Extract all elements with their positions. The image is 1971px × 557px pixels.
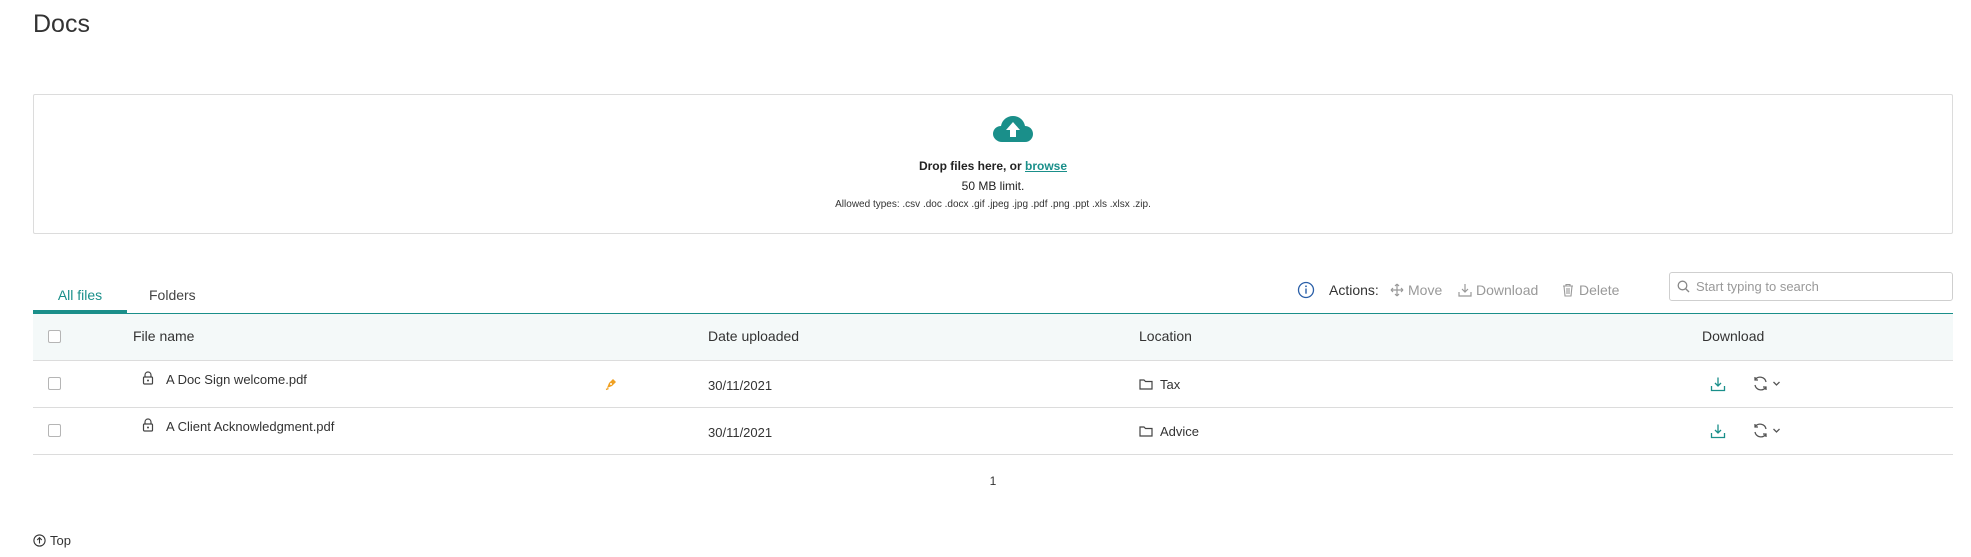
tab-folders[interactable]: Folders <box>149 280 196 313</box>
search-input[interactable] <box>1696 276 1946 297</box>
file-name[interactable]: A Client Acknowledgment.pdf <box>166 419 334 434</box>
download-file-icon[interactable] <box>1710 423 1726 439</box>
trash-icon <box>1563 283 1573 297</box>
download-label: Download <box>1476 282 1539 298</box>
table-row[interactable]: A Client Acknowledgment.pdf 30/11/2021 A… <box>33 408 1953 455</box>
dropzone-prompt: Drop files here, or <box>918 159 1025 173</box>
move-button[interactable]: Move <box>1390 282 1442 298</box>
column-file-name[interactable]: File name <box>133 328 194 344</box>
delete-label: Delete <box>1579 282 1620 298</box>
search-box <box>1669 272 1953 301</box>
location[interactable]: Tax <box>1160 377 1180 392</box>
bulk-download-button[interactable]: Download <box>1458 282 1538 298</box>
chevron-down-icon[interactable] <box>1772 379 1781 388</box>
file-name[interactable]: A Doc Sign welcome.pdf <box>166 372 307 387</box>
dropzone-limit: 50 MB limit. <box>961 179 1025 193</box>
actions-label: Actions: <box>1329 282 1379 298</box>
folder-icon <box>1139 426 1153 437</box>
cloud-upload-icon <box>993 116 1033 142</box>
dropzone-allowed-types: Allowed types: .csv .doc .docx .gif .jpe… <box>835 199 1151 210</box>
delete-button[interactable]: Delete <box>1561 282 1619 298</box>
folder-icon <box>1139 379 1153 390</box>
row-checkbox[interactable] <box>48 377 61 390</box>
select-all-checkbox[interactable] <box>48 330 61 343</box>
info-icon[interactable] <box>1297 281 1315 299</box>
table-header: File name Date uploaded Location Downloa… <box>33 313 1953 361</box>
sync-icon[interactable] <box>1752 375 1769 392</box>
tab-all-files[interactable]: All files <box>33 280 127 313</box>
chevron-down-icon[interactable] <box>1772 426 1781 435</box>
top-label: Top <box>50 533 71 548</box>
move-label: Move <box>1408 282 1443 298</box>
move-arrows-icon <box>1390 283 1404 297</box>
column-download: Download <box>1702 328 1765 344</box>
files-table: File name Date uploaded Location Downloa… <box>33 313 1953 455</box>
location[interactable]: Advice <box>1160 424 1199 439</box>
row-checkbox[interactable] <box>48 424 61 437</box>
lock-icon <box>142 371 154 385</box>
upload-dropzone[interactable]: Drop files here, or browse 50 MB limit. … <box>33 94 1953 234</box>
download-icon <box>1458 284 1472 297</box>
pagination: 1 <box>0 474 1971 488</box>
lock-icon <box>142 418 154 432</box>
browse-link[interactable]: browse <box>1025 159 1067 173</box>
sync-icon[interactable] <box>1752 422 1769 439</box>
column-date-uploaded[interactable]: Date uploaded <box>708 328 799 344</box>
arrow-up-circle-icon <box>33 534 46 547</box>
date-uploaded: 30/11/2021 <box>708 425 773 440</box>
search-icon <box>1677 280 1690 293</box>
signature-pen-icon[interactable] <box>604 377 618 391</box>
page-number-current[interactable]: 1 <box>990 474 997 488</box>
date-uploaded: 30/11/2021 <box>708 378 773 393</box>
table-row[interactable]: A Doc Sign welcome.pdf 30/11/2021 Tax <box>33 361 1953 408</box>
page-title: Docs <box>33 10 90 38</box>
column-location[interactable]: Location <box>1139 328 1192 344</box>
dropzone-title: Drop files here, or browse <box>34 159 1952 173</box>
download-file-icon[interactable] <box>1710 376 1726 392</box>
back-to-top-link[interactable]: Top <box>33 533 71 548</box>
